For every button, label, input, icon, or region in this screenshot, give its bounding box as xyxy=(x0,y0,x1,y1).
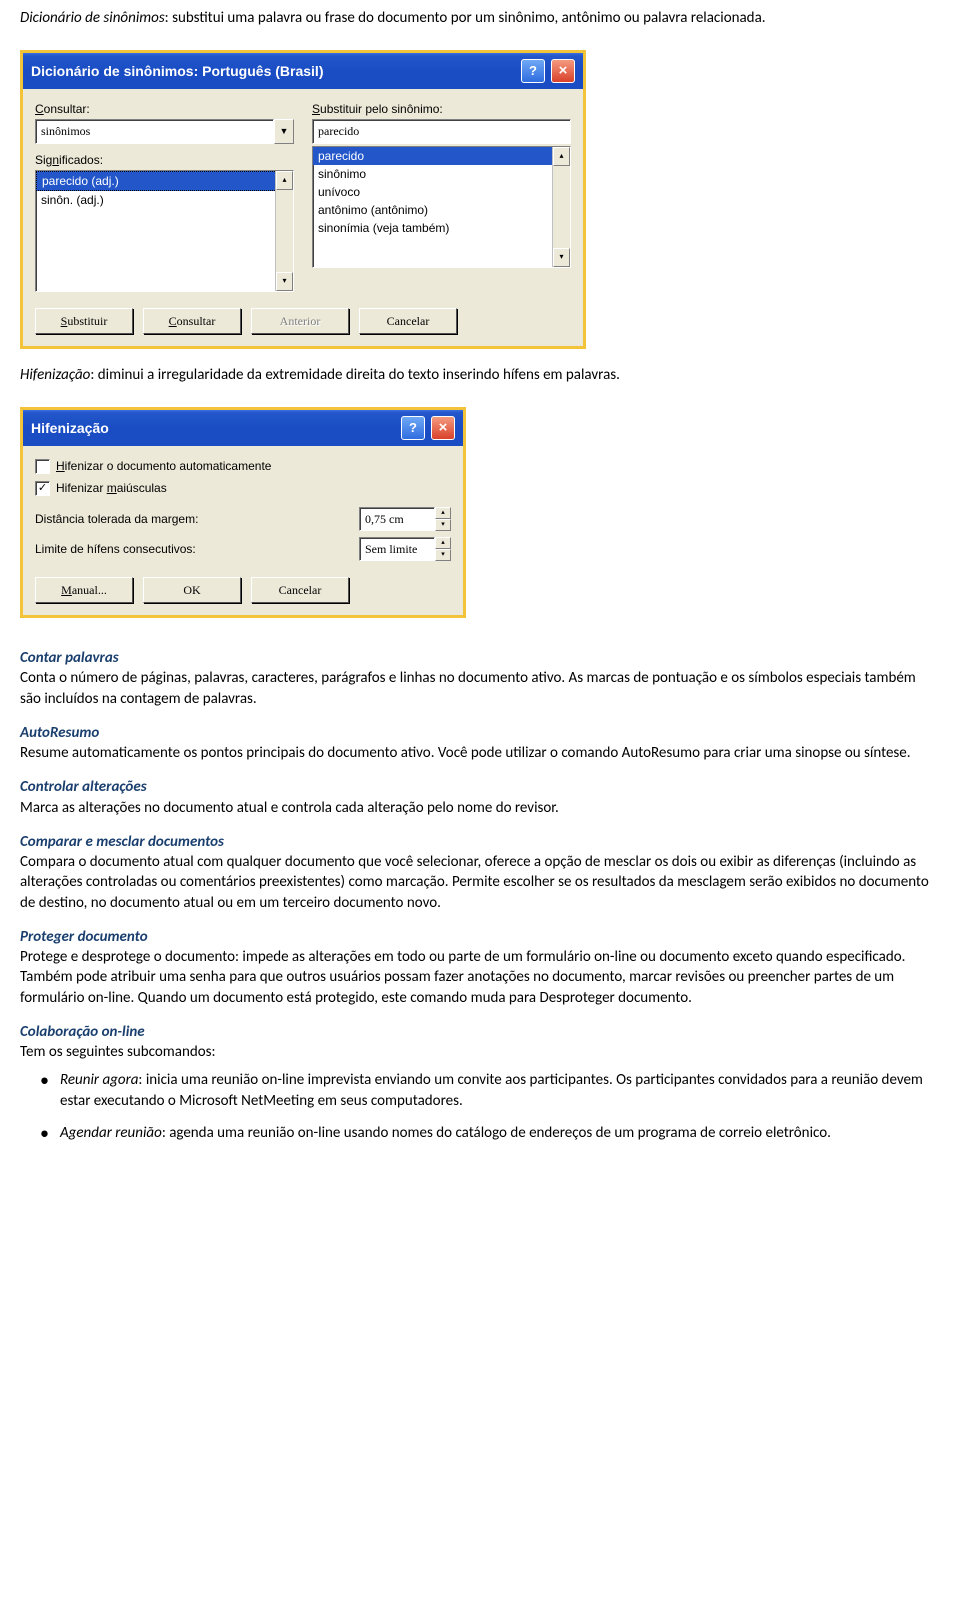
bullet-list: Reunir agora: inicia uma reunião on-line… xyxy=(20,1070,940,1143)
close-icon[interactable]: × xyxy=(551,59,575,83)
uppercase-checkbox[interactable]: ✓ Hifenizar maiúsculas xyxy=(35,480,451,496)
close-icon[interactable]: × xyxy=(431,416,455,440)
section-heading: Contar palavras xyxy=(20,648,940,668)
distance-input[interactable]: 0,75 cm xyxy=(359,507,435,531)
spin-up-icon[interactable]: ▴ xyxy=(435,507,451,519)
item-label: Reunir agora xyxy=(60,1071,138,1089)
list-item[interactable]: parecido (adj.) xyxy=(36,171,293,191)
chevron-down-icon[interactable]: ▼ xyxy=(274,119,294,143)
limit-input[interactable]: Sem limite xyxy=(359,537,435,561)
checkbox-icon[interactable] xyxy=(35,459,50,474)
dialog-title: Dicionário de sinônimos: Português (Bras… xyxy=(31,62,323,81)
limit-label: Limite de hífens consecutivos: xyxy=(35,541,359,557)
cancelar-button[interactable]: Cancelar xyxy=(359,308,457,334)
section-intro: Tem os seguintes subcomandos: xyxy=(20,1042,940,1062)
consultar-input[interactable]: sinônimos xyxy=(35,119,274,143)
distance-spinner[interactable]: 0,75 cm ▴▾ xyxy=(359,507,451,531)
auto-hyphenate-checkbox[interactable]: Hifenizar o documento automaticamente xyxy=(35,458,451,474)
hifen-paragraph: Hifenização: diminui a irregularidade da… xyxy=(20,365,940,385)
spin-up-icon[interactable]: ▴ xyxy=(435,537,451,549)
scrollbar[interactable]: ▴▾ xyxy=(275,171,293,291)
section-heading: Colaboração on-line xyxy=(20,1022,940,1042)
section-text: Compara o documento atual com qualquer d… xyxy=(20,852,940,913)
section-text: Protege e desprotege o documento: impede… xyxy=(20,947,940,1008)
thesaurus-dialog: Dicionário de sinônimos: Português (Bras… xyxy=(20,50,586,349)
manual-button[interactable]: Manual... xyxy=(35,577,133,603)
section-text: Conta o número de páginas, palavras, car… xyxy=(20,668,940,709)
list-item[interactable]: parecido xyxy=(313,147,570,165)
dialog-title: Hifenização xyxy=(31,419,109,438)
intro-paragraph: Dicionário de sinônimos: substitui uma p… xyxy=(20,8,940,28)
titlebar: Hifenização ? × xyxy=(23,410,463,446)
section-heading: Comparar e mesclar documentos xyxy=(20,832,940,852)
scroll-up-icon[interactable]: ▴ xyxy=(276,171,293,190)
section-heading: AutoResumo xyxy=(20,723,940,743)
consultar-label: Consultar: xyxy=(35,101,294,117)
item-text: : inicia uma reunião on-line imprevista … xyxy=(60,1071,923,1109)
scroll-down-icon[interactable]: ▾ xyxy=(276,272,293,291)
item-text: : agenda uma reunião on-line usando nome… xyxy=(162,1124,831,1142)
list-item[interactable]: unívoco xyxy=(313,183,570,201)
list-item[interactable]: sinônimo xyxy=(313,165,570,183)
hyphenation-dialog: Hifenização ? × Hifenizar o documento au… xyxy=(20,407,466,618)
section-heading: Controlar alterações xyxy=(20,777,940,797)
scroll-down-icon[interactable]: ▾ xyxy=(553,248,570,267)
list-item[interactable]: sinonímia (veja também) xyxy=(313,219,570,237)
list-item: Reunir agora: inicia uma reunião on-line… xyxy=(60,1070,940,1111)
hifen-text: : diminui a irregularidade da extremidad… xyxy=(90,366,620,384)
intro-text: : substitui uma palavra ou frase do docu… xyxy=(165,9,766,27)
substituir-label: Substituir pelo sinônimo: xyxy=(312,101,571,117)
significados-label: Significados: xyxy=(35,152,294,168)
consultar-combo[interactable]: sinônimos ▼ xyxy=(35,119,294,143)
section-heading: Proteger documento xyxy=(20,927,940,947)
spin-down-icon[interactable]: ▾ xyxy=(435,549,451,561)
scrollbar[interactable]: ▴▾ xyxy=(552,147,570,267)
help-icon[interactable]: ? xyxy=(401,416,425,440)
spin-down-icon[interactable]: ▾ xyxy=(435,519,451,531)
scroll-up-icon[interactable]: ▴ xyxy=(553,147,570,166)
list-item[interactable]: sinôn. (adj.) xyxy=(36,191,293,209)
significados-listbox[interactable]: parecido (adj.) sinôn. (adj.) ▴▾ xyxy=(35,170,294,292)
distance-label: Distância tolerada da margem: xyxy=(35,511,359,527)
cancelar-button[interactable]: Cancelar xyxy=(251,577,349,603)
titlebar: Dicionário de sinônimos: Português (Bras… xyxy=(23,53,583,89)
checkbox-icon[interactable]: ✓ xyxy=(35,481,50,496)
section-text: Marca as alterações no documento atual e… xyxy=(20,798,940,818)
item-label: Agendar reunião xyxy=(60,1124,162,1142)
help-icon[interactable]: ? xyxy=(521,59,545,83)
sinonimos-listbox[interactable]: parecido sinônimo unívoco antônimo (antô… xyxy=(312,146,571,268)
section-text: Resume automaticamente os pontos princip… xyxy=(20,743,940,763)
substituir-button[interactable]: Substituir xyxy=(35,308,133,334)
hifen-label: Hifenização xyxy=(20,366,90,384)
list-item[interactable]: antônimo (antônimo) xyxy=(313,201,570,219)
limit-spinner[interactable]: Sem limite ▴▾ xyxy=(359,537,451,561)
list-item: Agendar reunião: agenda uma reunião on-l… xyxy=(60,1123,940,1143)
consultar-button[interactable]: Consultar xyxy=(143,308,241,334)
substituir-input[interactable]: parecido xyxy=(312,119,571,143)
anterior-button: Anterior xyxy=(251,308,349,334)
intro-label: Dicionário de sinônimos xyxy=(20,9,165,27)
ok-button[interactable]: OK xyxy=(143,577,241,603)
